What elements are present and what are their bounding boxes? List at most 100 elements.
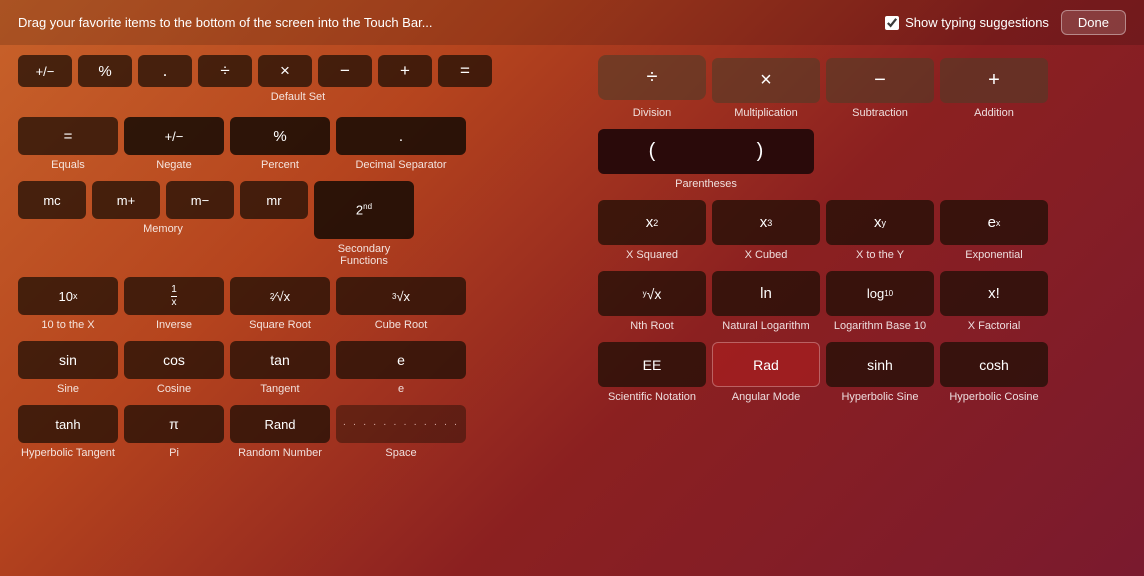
tanh-label: Hyperbolic Tangent <box>21 447 115 459</box>
square-root-btn[interactable]: 2⁄√x <box>230 277 330 315</box>
memory-group: mc m+ m− mr Memory <box>18 181 308 235</box>
top-bar-right: Show typing suggestions Done <box>885 10 1126 35</box>
decimal-label: Decimal Separator <box>355 159 446 171</box>
hyperbolic-sine-btn[interactable]: sinh <box>826 342 934 387</box>
division-btn[interactable]: ÷ <box>598 55 706 100</box>
default-set-row: +/− % . ÷ × − + = <box>18 55 578 87</box>
mc-btn[interactable]: mc <box>18 181 86 219</box>
natural-log-label: Natural Logarithm <box>722 320 809 332</box>
x-cubed-btn[interactable]: x3 <box>712 200 820 245</box>
default-percent[interactable]: % <box>78 55 132 87</box>
ten-to-x-btn[interactable]: 10x <box>18 277 118 315</box>
scientific-notation-item: EE Scientific Notation <box>598 342 706 403</box>
x-to-y-item: xy X to the Y <box>826 200 934 261</box>
x-to-y-btn[interactable]: xy <box>826 200 934 245</box>
angular-mode-item: Rad Angular Mode <box>712 342 820 403</box>
e-label: e <box>398 383 404 395</box>
secondary-btn[interactable]: 2nd <box>314 181 414 239</box>
x-factorial-btn[interactable]: x! <box>940 271 1048 316</box>
tan-btn[interactable]: tan <box>230 341 330 379</box>
pi-btn[interactable]: π <box>124 405 224 443</box>
log-base-10-item: log10 Logarithm Base 10 <box>826 271 934 332</box>
mminus-btn[interactable]: m− <box>166 181 234 219</box>
default-multiply[interactable]: × <box>258 55 312 87</box>
cos-btn[interactable]: cos <box>124 341 224 379</box>
default-set-wrap: +/− % . ÷ × − + = Default Set <box>18 55 578 103</box>
hyperbolic-cosine-btn[interactable]: cosh <box>940 342 1048 387</box>
hyperbolic-sine-label: Hyperbolic Sine <box>841 391 918 403</box>
multiplication-btn[interactable]: × <box>712 58 820 103</box>
right-row2: ( ) Parentheses <box>598 129 1126 190</box>
nth-root-label: Nth Root <box>630 320 673 332</box>
hyperbolic-cosine-label: Hyperbolic Cosine <box>949 391 1038 403</box>
e-btn[interactable]: e <box>336 341 466 379</box>
negate-item: +/− Negate <box>124 117 224 171</box>
nth-root-btn[interactable]: y√x <box>598 271 706 316</box>
natural-log-btn[interactable]: ln <box>712 271 820 316</box>
angular-mode-label: Angular Mode <box>732 391 801 403</box>
hyperbolic-cosine-item: cosh Hyperbolic Cosine <box>940 342 1048 403</box>
rand-item: Rand Random Number <box>230 405 330 459</box>
parentheses-item: ( ) Parentheses <box>598 129 814 190</box>
close-paren-btn[interactable]: ) <box>706 129 814 174</box>
tanh-btn[interactable]: tanh <box>18 405 118 443</box>
space-btn[interactable]: · · · · · · · · · · · · <box>336 405 466 443</box>
subtraction-btn[interactable]: − <box>826 58 934 103</box>
multiplication-item: × Multiplication <box>712 58 820 119</box>
equals-btn[interactable]: = <box>18 117 118 155</box>
addition-btn[interactable]: + <box>940 58 1048 103</box>
square-root-label: Square Root <box>249 319 311 331</box>
sin-item: sin Sine <box>18 341 118 395</box>
right-row4: y√x Nth Root ln Natural Logarithm log10 … <box>598 271 1126 332</box>
tanh-item: tanh Hyperbolic Tangent <box>18 405 118 459</box>
default-decimal[interactable]: . <box>138 55 192 87</box>
left-panel: +/− % . ÷ × − + = Default Set = Equals +… <box>18 55 578 459</box>
hyperbolic-sine-item: sinh Hyperbolic Sine <box>826 342 934 403</box>
square-root-item: 2⁄√x Square Root <box>230 277 330 331</box>
percent-btn[interactable]: % <box>230 117 330 155</box>
scientific-notation-btn[interactable]: EE <box>598 342 706 387</box>
angular-mode-btn[interactable]: Rad <box>712 342 820 387</box>
typing-suggestions-label[interactable]: Show typing suggestions <box>885 15 1049 30</box>
subtraction-label: Subtraction <box>852 107 908 119</box>
row5: tanh Hyperbolic Tangent π Pi Rand Random… <box>18 405 578 459</box>
default-plus-minus[interactable]: +/− <box>18 55 72 87</box>
percent-label: Percent <box>261 159 299 171</box>
negate-label: Negate <box>156 159 191 171</box>
nth-root-item: y√x Nth Root <box>598 271 706 332</box>
right-row3: x2 X Squared x3 X Cubed xy X to the Y ex… <box>598 200 1126 261</box>
log-base-10-btn[interactable]: log10 <box>826 271 934 316</box>
division-label: Division <box>633 107 672 119</box>
memory-label: Memory <box>18 223 308 235</box>
top-bar: Drag your favorite items to the bottom o… <box>0 0 1144 45</box>
pi-label: Pi <box>169 447 179 459</box>
sin-btn[interactable]: sin <box>18 341 118 379</box>
equals-item: = Equals <box>18 117 118 171</box>
cube-root-btn[interactable]: 3√x <box>336 277 466 315</box>
x-cubed-label: X Cubed <box>745 249 788 261</box>
typing-suggestions-checkbox[interactable] <box>885 16 899 30</box>
x-squared-btn[interactable]: x2 <box>598 200 706 245</box>
mr-btn[interactable]: mr <box>240 181 308 219</box>
default-subtract[interactable]: − <box>318 55 372 87</box>
rand-btn[interactable]: Rand <box>230 405 330 443</box>
tan-item: tan Tangent <box>230 341 330 395</box>
secondary-item: 2nd Secondary Functions <box>314 181 414 267</box>
sin-label: Sine <box>57 383 79 395</box>
x-cubed-item: x3 X Cubed <box>712 200 820 261</box>
mplus-btn[interactable]: m+ <box>92 181 160 219</box>
default-divide[interactable]: ÷ <box>198 55 252 87</box>
ten-to-x-item: 10x 10 to the X <box>18 277 118 331</box>
done-button[interactable]: Done <box>1061 10 1126 35</box>
default-equals[interactable]: = <box>438 55 492 87</box>
exponential-label: Exponential <box>965 249 1023 261</box>
division-item: ÷ Division <box>598 55 706 119</box>
negate-btn[interactable]: +/− <box>124 117 224 155</box>
default-add[interactable]: + <box>378 55 432 87</box>
inverse-btn[interactable]: 1x <box>124 277 224 315</box>
decimal-btn[interactable]: . <box>336 117 466 155</box>
exponential-btn[interactable]: ex <box>940 200 1048 245</box>
x-factorial-item: x! X Factorial <box>940 271 1048 332</box>
right-row1: ÷ Division × Multiplication − Subtractio… <box>598 55 1126 119</box>
open-paren-btn[interactable]: ( <box>598 129 706 174</box>
